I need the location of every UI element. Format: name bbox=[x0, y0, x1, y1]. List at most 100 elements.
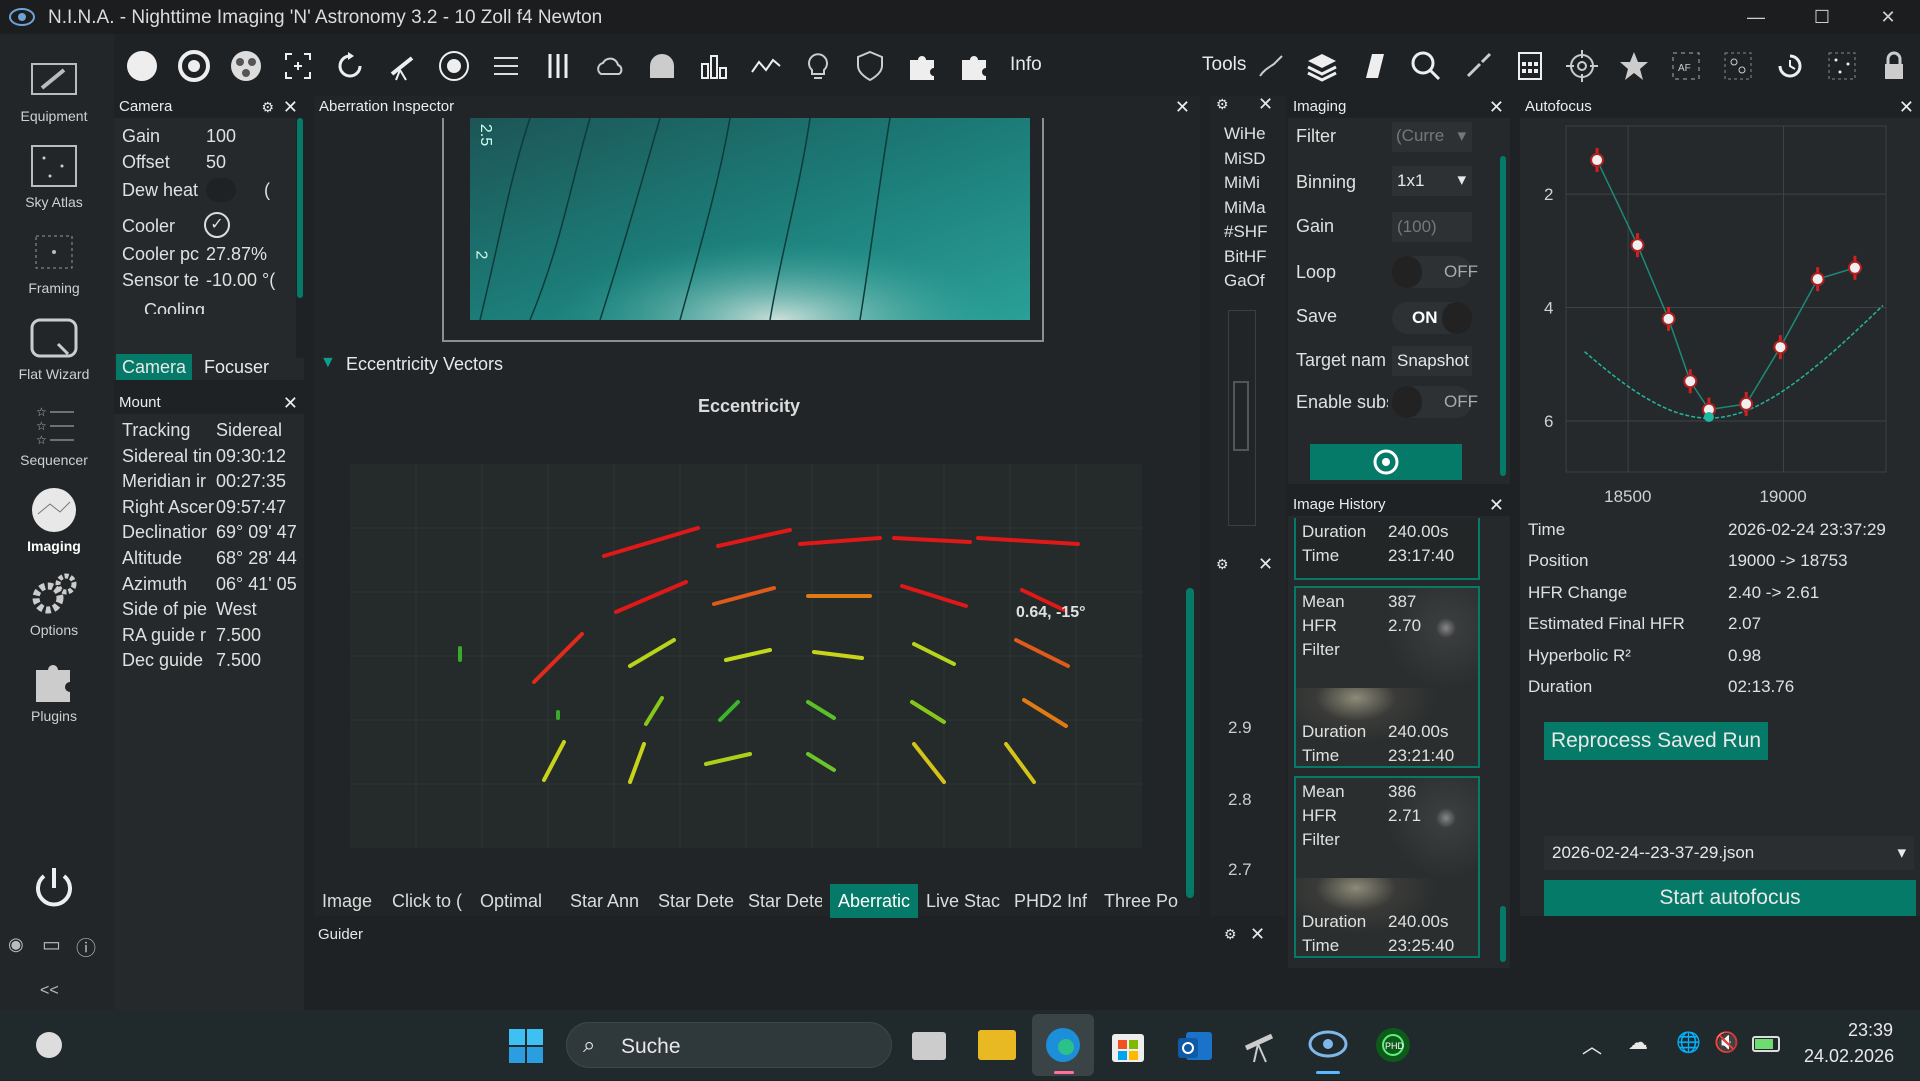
nav-imaging[interactable]: Imaging bbox=[0, 486, 108, 554]
bottom-tab[interactable]: Star Ann bbox=[570, 884, 650, 918]
crosshair-icon[interactable] bbox=[1564, 48, 1600, 84]
bottom-tab[interactable]: Optimal bbox=[480, 884, 560, 918]
nav-sky-atlas[interactable]: Sky Atlas bbox=[0, 142, 108, 210]
layers-icon[interactable] bbox=[1304, 48, 1340, 84]
history-item[interactable]: Mean 387 HFR 2.70 Filter Duration 240.00s Time 2… bbox=[1294, 586, 1480, 768]
gain-input[interactable]: (100) bbox=[1392, 212, 1472, 242]
close-icon[interactable]: ✕ bbox=[1258, 94, 1273, 115]
nina-taskbar-item[interactable] bbox=[1306, 1022, 1350, 1074]
loop-toggle[interactable]: OFF bbox=[1392, 256, 1478, 288]
calculator-icon[interactable] bbox=[1512, 48, 1548, 84]
settings-gear-icon[interactable]: ⚙ bbox=[1224, 926, 1237, 943]
close-button[interactable]: ✕ bbox=[1858, 0, 1918, 34]
book-icon[interactable]: ▭ bbox=[42, 932, 61, 957]
outlook-icon[interactable] bbox=[1176, 1028, 1214, 1064]
target-name-input[interactable]: Snapshot bbox=[1392, 346, 1472, 376]
bottom-tab[interactable]: Live Stac bbox=[926, 884, 1006, 918]
switch-icon[interactable] bbox=[488, 48, 524, 84]
save-toggle[interactable]: ON bbox=[1392, 302, 1472, 334]
dew-heater-toggle[interactable] bbox=[206, 178, 236, 202]
power-icon[interactable] bbox=[32, 866, 76, 910]
settings-gear-icon[interactable]: ⚙ bbox=[261, 96, 274, 118]
autofocus-file-select[interactable]: 2026-02-24--23-37-29.json ▾ bbox=[1544, 836, 1914, 870]
reprocess-saved-run-button[interactable]: Reprocess Saved Run bbox=[1544, 722, 1768, 760]
windows-start-icon[interactable] bbox=[508, 1028, 544, 1064]
flat-panel-icon[interactable] bbox=[1356, 48, 1392, 84]
bottom-tab[interactable]: Aberratic bbox=[830, 884, 918, 918]
info-icon[interactable]: ⓘ bbox=[76, 932, 96, 961]
plugin-puzzle-icon[interactable] bbox=[904, 48, 940, 84]
rotator-icon[interactable] bbox=[332, 48, 368, 84]
bar-chart-icon[interactable] bbox=[696, 48, 732, 84]
eccentricity-vectors-heading[interactable]: Eccentricity Vectors bbox=[346, 354, 503, 375]
weather-icon[interactable] bbox=[32, 1030, 66, 1060]
clock-date[interactable]: 24.02.2026 bbox=[1804, 1046, 1894, 1067]
bottom-tab[interactable]: Image bbox=[322, 884, 386, 918]
start-autofocus-button[interactable]: Start autofocus bbox=[1544, 880, 1916, 916]
info-label[interactable]: Info bbox=[1010, 54, 1042, 76]
binning-select[interactable]: 1x1 ▾ bbox=[1392, 166, 1472, 196]
file-explorer-icon[interactable] bbox=[978, 1030, 1016, 1060]
clock-time[interactable]: 23:39 bbox=[1848, 1020, 1893, 1041]
checkmark-circle-icon[interactable]: ✓ bbox=[204, 212, 230, 238]
bottom-tab[interactable]: Click to ( bbox=[392, 884, 472, 918]
star-icon[interactable] bbox=[1616, 48, 1652, 84]
graph-line-icon[interactable] bbox=[748, 48, 784, 84]
focuser-icon[interactable] bbox=[280, 48, 316, 84]
network-globe-icon[interactable]: 🌐 bbox=[1676, 1030, 1701, 1055]
star-detection-icon[interactable] bbox=[1720, 48, 1756, 84]
filter-wheel-icon[interactable] bbox=[228, 48, 264, 84]
guider-icon[interactable] bbox=[436, 48, 472, 84]
close-icon[interactable]: ✕ bbox=[1489, 494, 1504, 516]
close-icon[interactable]: ✕ bbox=[1250, 924, 1265, 945]
bottom-tab[interactable]: Star Dete bbox=[748, 884, 822, 918]
bottom-tab[interactable]: PHD2 Inf bbox=[1014, 884, 1094, 918]
tab-focuser[interactable]: Focuser bbox=[204, 354, 269, 380]
aberration-scrollbar[interactable] bbox=[1186, 118, 1196, 898]
nav-flat-wizard[interactable]: Flat Wizard bbox=[0, 314, 108, 382]
bottom-tab[interactable]: Three Po bbox=[1104, 884, 1190, 918]
enable-subs-toggle[interactable]: OFF bbox=[1392, 386, 1478, 418]
close-icon[interactable]: ✕ bbox=[283, 392, 298, 414]
plugin-puzzle-icon-2[interactable] bbox=[956, 48, 992, 84]
history-item[interactable]: Mean 386 HFR 2.71 Filter Duration 240.00s Time 2… bbox=[1294, 776, 1480, 958]
battery-icon[interactable] bbox=[1752, 1036, 1780, 1052]
history-item[interactable]: Duration 240.00s Time 23:17:40 bbox=[1294, 518, 1480, 580]
settings-gear-icon[interactable]: ⚙ bbox=[1216, 96, 1229, 113]
close-icon[interactable]: ✕ bbox=[1489, 96, 1504, 118]
nav-equipment[interactable]: Equipment bbox=[0, 56, 108, 124]
collapse-triangle-icon[interactable]: ▼ bbox=[320, 354, 336, 372]
dome-icon[interactable] bbox=[644, 48, 680, 84]
filter-select[interactable]: (Curre ▾ bbox=[1392, 122, 1472, 152]
edge-taskbar-item[interactable] bbox=[1032, 1014, 1094, 1076]
nav-sequencer[interactable]: ☆ ☆ ☆ Sequencer bbox=[0, 400, 108, 468]
bottom-tab[interactable]: Star Dete bbox=[658, 884, 738, 918]
imaging-scrollbar[interactable] bbox=[1500, 156, 1508, 484]
settings-gear-icon[interactable]: ⚙ bbox=[1216, 556, 1229, 573]
image-icon[interactable] bbox=[124, 48, 160, 84]
taskbar-search[interactable]: ⌕ Suche bbox=[566, 1022, 892, 1068]
nav-options[interactable]: Options bbox=[0, 570, 108, 638]
camera-scrollbar[interactable] bbox=[296, 118, 304, 358]
store-icon[interactable] bbox=[1110, 1028, 1146, 1064]
nav-framing[interactable]: Framing bbox=[0, 228, 108, 296]
task-view-icon[interactable] bbox=[912, 1032, 946, 1060]
minimize-button[interactable]: — bbox=[1726, 0, 1786, 34]
close-icon[interactable]: ✕ bbox=[1258, 554, 1273, 575]
collapse-nav-button[interactable]: << bbox=[40, 982, 59, 1000]
eye-icon[interactable]: ◉ bbox=[8, 934, 24, 955]
capture-button[interactable] bbox=[1310, 444, 1462, 480]
aperture-icon[interactable] bbox=[176, 48, 212, 84]
weather-cloud-icon[interactable] bbox=[592, 48, 628, 84]
telescope-app-icon[interactable] bbox=[1242, 1028, 1278, 1064]
lightbulb-icon[interactable] bbox=[800, 48, 836, 84]
close-icon[interactable]: ✕ bbox=[1899, 96, 1914, 118]
nav-plugins[interactable]: Plugins bbox=[0, 656, 108, 724]
maximize-button[interactable]: ☐ bbox=[1792, 0, 1852, 34]
brush-icon[interactable] bbox=[1460, 48, 1496, 84]
lock-icon[interactable] bbox=[1876, 48, 1912, 84]
close-icon[interactable]: ✕ bbox=[283, 96, 298, 118]
phd2-icon[interactable]: PHD bbox=[1374, 1026, 1412, 1064]
tab-camera[interactable]: Camera bbox=[116, 354, 192, 380]
history-scrollbar[interactable] bbox=[1500, 516, 1508, 966]
